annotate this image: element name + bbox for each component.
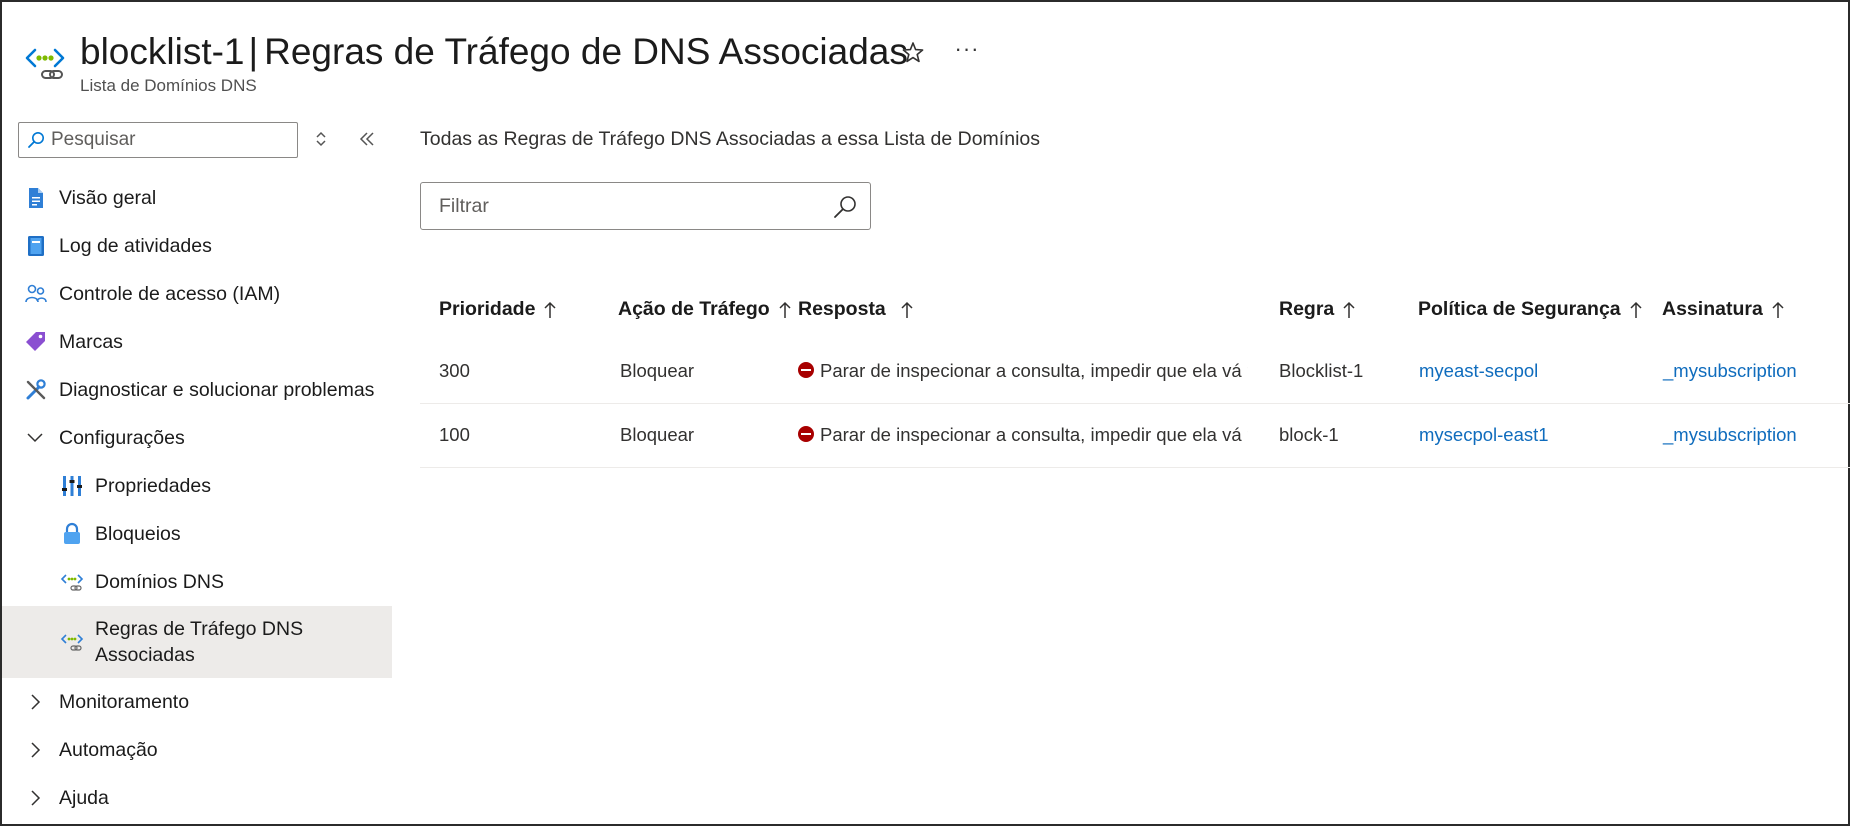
menu-item-dns-domains[interactable]: Domínios DNS [2,558,392,606]
favorite-star-icon[interactable] [898,38,928,68]
chevron-right-icon [31,694,41,710]
cell-subscription-link[interactable]: _mysubscription [1663,424,1797,446]
chevron-down-icon [27,433,43,443]
column-header-label: Regra [1279,298,1335,320]
menu-search[interactable] [18,122,298,158]
resource-type: Lista de Domínios DNS [80,76,257,95]
rules-grid: Prioridade Ação de Tráfego Resposta Regr… [420,284,1850,468]
column-header-rule[interactable]: Regra [1279,298,1356,321]
window-frame: blocklist-1 | Regras de Tráfego de DNS Ass… [0,0,1850,826]
column-header-label: Prioridade [439,298,536,320]
block-status-icon [798,362,814,378]
cell-response-text: Parar de inspecionar a consulta, impedir… [820,360,1248,381]
menu-group-monitoring[interactable]: Monitoramento [2,678,392,726]
dns-domain-list-icon [25,48,65,79]
column-header-label: Política de Segurança [1418,298,1621,320]
chevron-right-icon [31,742,41,758]
menu-item-label: Controle de acesso (IAM) [59,282,281,305]
menu-item-iam[interactable]: Controle de acesso (IAM) [2,270,392,318]
wrench-icon [26,379,46,400]
page-header: blocklist-1 | Regras de Tráfego de DNS Ass… [20,24,1020,104]
blade-title: Regras de Tráfego de DNS Associadas [264,31,908,72]
menu-list: Visão geral Log de atividades Controle d… [2,174,392,822]
column-header-priority[interactable]: Prioridade [439,298,557,321]
cell-subscription-link[interactable]: _mysubscription [1663,360,1797,382]
search-icon [28,132,44,148]
menu-item-overview[interactable]: Visão geral [2,174,392,222]
chevron-right-icon [31,790,41,806]
dns-icon [60,574,84,591]
title-separator: | [248,31,259,72]
resource-name: blocklist-1 [80,31,245,72]
menu-search-input[interactable] [51,129,281,151]
menu-item-associated-dns-traffic-rules[interactable]: Regras de Tráfego DNS Associadas [2,606,392,678]
cell-response: Parar de inspecionar a consulta, impedir… [798,360,1248,382]
content-description: Todas as Regras de Tráfego DNS Associada… [420,128,1040,150]
search-icon [834,196,856,218]
column-header-label: Resposta [798,298,886,320]
sort-ascending-icon [901,301,913,318]
column-header-security-policy[interactable]: Política de Segurança [1418,298,1643,321]
menu-item-properties[interactable]: Propriedades [2,462,392,510]
column-header-label: Ação de Tráfego [618,298,770,320]
people-icon [25,284,47,303]
sort-ascending-icon [1772,301,1784,318]
sort-ascending-icon [779,301,791,318]
collapse-menu-icon[interactable] [356,128,378,150]
properties-icon [62,476,82,496]
tag-icon [26,332,45,351]
resource-menu: Visão geral Log de atividades Controle d… [2,120,392,826]
menu-group-label: Configurações [59,426,185,449]
menu-item-label: Visão geral [59,186,157,209]
menu-group-label: Monitoramento [59,690,190,713]
cell-response-text: Parar de inspecionar a consulta, impedir… [820,424,1248,445]
table-row[interactable]: 100 Bloquear Parar de inspecionar a cons… [420,404,1850,468]
menu-group-automation[interactable]: Automação [2,726,392,774]
menu-group-help[interactable]: Ajuda [2,774,392,822]
cell-response: Parar de inspecionar a consulta, impedir… [798,424,1248,446]
page-title: blocklist-1 | Regras de Tráfego de DNS Ass… [80,30,908,74]
lock-icon [64,522,80,544]
menu-item-label: Bloqueios [95,522,181,545]
column-header-label: Assinatura [1662,298,1763,320]
menu-item-locks[interactable]: Bloqueios [2,510,392,558]
menu-group-label: Ajuda [59,786,109,809]
cell-rule: block-1 [1279,424,1339,445]
sort-ascending-icon [544,301,556,318]
cell-traffic-action: Bloquear [620,424,695,445]
menu-item-activity-log[interactable]: Log de atividades [2,222,392,270]
menu-item-label: Regras de Tráfego DNS Associadas [95,618,304,666]
more-options-button[interactable]: ··· [950,36,984,66]
filter-input[interactable] [439,194,819,218]
cell-priority: 300 [439,360,470,381]
sort-ascending-icon [1343,301,1355,318]
cell-rule: Blocklist-1 [1279,360,1364,381]
book-icon [28,236,44,256]
filter-box[interactable] [420,182,871,230]
dns-icon [60,634,84,651]
menu-item-diagnose[interactable]: Diagnosticar e solucionar problemas [2,366,392,414]
menu-item-label: Marcas [59,330,123,353]
column-header-traffic-action[interactable]: Ação de Tráfego [618,298,792,321]
block-status-icon [798,426,814,442]
menu-group-settings[interactable]: Configurações [2,414,392,462]
column-header-response[interactable]: Resposta [798,298,914,321]
column-header-subscription[interactable]: Assinatura [1662,298,1785,321]
menu-item-label: Log de atividades [59,234,212,257]
menu-item-label: Diagnosticar e solucionar problemas [59,378,375,401]
cell-security-policy-link[interactable]: myeast-secpol [1419,360,1538,382]
table-row[interactable]: 300 Bloquear Parar de inspecionar a cons… [420,340,1850,404]
menu-item-tags[interactable]: Marcas [2,318,392,366]
expand-collapse-icon[interactable] [310,128,332,150]
menu-item-label: Domínios DNS [95,570,224,593]
menu-item-label: Propriedades [95,474,211,497]
document-icon [29,188,43,208]
cell-traffic-action: Bloquear [620,360,695,381]
grid-header-row: Prioridade Ação de Tráfego Resposta Regr… [420,284,1850,340]
content-pane: Todas as Regras de Tráfego DNS Associada… [420,120,1850,820]
cell-priority: 100 [439,424,470,445]
cell-security-policy-link[interactable]: mysecpol-east1 [1419,424,1549,446]
menu-group-label: Automação [59,738,158,761]
sort-ascending-icon [1630,301,1642,318]
